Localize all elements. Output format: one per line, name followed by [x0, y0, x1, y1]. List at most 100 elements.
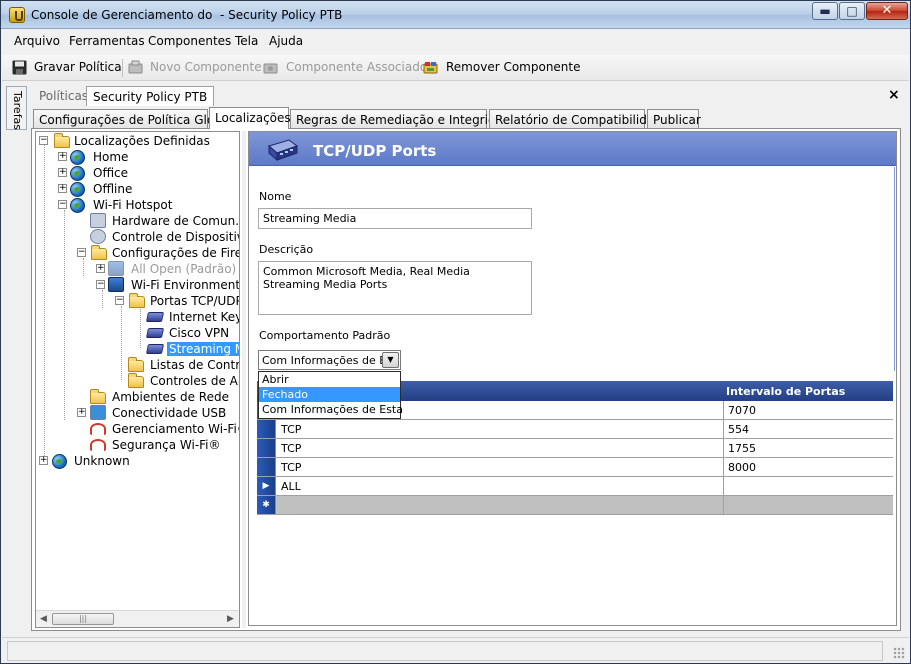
menu-tela[interactable]: Tela: [235, 34, 258, 48]
table-row[interactable]: TCP 8000: [257, 458, 893, 477]
folder-open-icon: [91, 245, 107, 260]
row-header[interactable]: [257, 458, 276, 476]
panel-header: TCP/UDP Ports: [249, 132, 896, 166]
folder-open-icon: [54, 133, 70, 148]
scroll-thumb[interactable]: |||: [52, 613, 114, 625]
doc-tab-policies[interactable]: Políticas: [33, 86, 94, 106]
tree-line: [140, 306, 141, 348]
tab-remediation[interactable]: Regras de Remediação e Integridade: [290, 109, 518, 129]
expand-icon[interactable]: +: [77, 408, 86, 417]
protocol-cell[interactable]: TCP: [281, 461, 301, 474]
maximize-button[interactable]: □: [839, 2, 865, 20]
folder-open-icon: [129, 293, 145, 308]
tab-compatibility[interactable]: Relatório de Compatibilidade: [489, 109, 669, 129]
tree-line: [64, 210, 65, 420]
panel-title: TCP/UDP Ports: [313, 142, 437, 160]
close-icon: ✕: [881, 3, 893, 18]
menu-bar: Arquivo Ferramentas Componentes Tela Aju…: [2, 30, 909, 52]
associated-component-button[interactable]: Componente Associado: [286, 60, 427, 74]
locations-tree[interactable]: − Localizações Definidas + Home + Office…: [35, 131, 240, 628]
new-component-button[interactable]: Novo Componente: [150, 60, 262, 74]
toolbar-separator: [122, 59, 123, 77]
description-label: Descrição: [259, 243, 314, 256]
table-row[interactable]: TCP 1755: [257, 439, 893, 458]
tree-label: Controle de Dispositivo: [112, 230, 240, 244]
remove-component-icon: [423, 62, 438, 74]
tree-label: Cisco VPN: [169, 326, 230, 340]
resize-grip-icon[interactable]: [893, 647, 905, 659]
menu-ajuda[interactable]: Ajuda: [269, 34, 303, 48]
locations-content: − Localizações Definidas + Home + Office…: [31, 128, 901, 631]
new-row-icon[interactable]: ✱: [257, 496, 276, 514]
protocol-cell[interactable]: TCP: [281, 423, 301, 436]
scroll-left-icon[interactable]: ◀: [40, 614, 47, 624]
tree-label: Ambientes de Rede: [112, 390, 229, 404]
tab-global-config[interactable]: Configurações de Política Global: [33, 109, 233, 129]
menu-arquivo[interactable]: Arquivo: [14, 34, 60, 48]
column-separator: [723, 496, 724, 514]
protocol-cell[interactable]: ALL: [281, 480, 301, 493]
ports-panel: TCP/UDP Ports Nome Streaming Media Descr…: [248, 131, 897, 626]
toolbar: Gravar Política Novo Componente Componen…: [2, 55, 909, 81]
row-header[interactable]: [257, 420, 276, 438]
port-device-icon: [267, 139, 299, 162]
save-policy-button[interactable]: Gravar Política: [34, 60, 122, 74]
port-device-icon: [145, 344, 165, 354]
row-header[interactable]: [257, 439, 276, 457]
ports-cell[interactable]: 554: [728, 423, 749, 436]
protocol-cell[interactable]: TCP: [281, 442, 301, 455]
main-window: Console de Gerenciamento do - Security P…: [0, 0, 911, 664]
tree-label: Controles de Apli: [150, 374, 239, 388]
close-document-icon[interactable]: ×: [888, 87, 900, 103]
expand-icon[interactable]: +: [58, 184, 67, 193]
app-lock-icon: [9, 7, 25, 23]
expand-icon[interactable]: +: [39, 456, 48, 465]
ports-cell[interactable]: 8000: [728, 461, 756, 474]
collapse-icon[interactable]: −: [96, 280, 105, 289]
folder-icon: [128, 373, 144, 388]
expand-icon[interactable]: +: [96, 264, 105, 273]
tree-label: Wi-Fi Hotspot: [93, 198, 173, 212]
option-com-informacoes[interactable]: Com Informações de Esta: [259, 402, 403, 417]
collapse-icon[interactable]: −: [115, 296, 124, 305]
expand-icon[interactable]: +: [58, 168, 67, 177]
chevron-down-icon[interactable]: ▼: [382, 352, 399, 368]
table-row[interactable]: TCP 554: [257, 420, 893, 439]
menu-ferramentas[interactable]: Ferramentas: [69, 34, 145, 48]
default-behavior-select[interactable]: Com Informações de E ▼: [258, 350, 401, 370]
location-globe-icon: [70, 182, 85, 197]
name-field[interactable]: Streaming Media: [258, 208, 532, 229]
tab-publish[interactable]: Publicar: [647, 109, 701, 129]
collapse-icon[interactable]: −: [77, 248, 86, 257]
title-bar[interactable]: Console de Gerenciamento do - Security P…: [1, 1, 910, 29]
remove-component-button[interactable]: Remover Componente: [446, 60, 581, 74]
minimize-button[interactable]: ▬: [812, 2, 838, 20]
column-header-port-range[interactable]: Intervalo de Portas: [726, 385, 845, 398]
tree-label: Office: [93, 166, 129, 180]
option-abrir[interactable]: Abrir: [259, 372, 400, 387]
wifi-lock-icon: [90, 439, 106, 451]
tab-locations[interactable]: Localizações: [209, 107, 291, 129]
doc-tab-security-policy[interactable]: Security Policy PTB: [86, 86, 215, 106]
close-window-button[interactable]: ✕: [866, 2, 908, 20]
tree-label: All Open (Padrão): [131, 262, 237, 276]
tree-horizontal-scrollbar[interactable]: ◀ ||| ▶: [36, 610, 239, 627]
collapse-icon[interactable]: −: [58, 200, 67, 209]
scroll-right-icon[interactable]: ▶: [227, 614, 234, 624]
status-panel: [7, 641, 883, 661]
column-separator: [723, 420, 724, 438]
device-control-icon: [90, 229, 106, 244]
option-fechado[interactable]: Fechado: [259, 387, 400, 402]
port-device-icon: [145, 312, 165, 322]
menu-componentes[interactable]: Componentes: [148, 34, 231, 48]
ports-cell[interactable]: 1755: [728, 442, 756, 455]
collapse-icon[interactable]: −: [39, 136, 48, 145]
current-row-icon[interactable]: ▶: [257, 477, 276, 495]
expand-icon[interactable]: +: [58, 152, 67, 161]
new-row[interactable]: ✱: [257, 496, 893, 515]
table-row[interactable]: ▶ ALL: [257, 477, 893, 496]
ports-cell[interactable]: 7070: [728, 404, 756, 417]
save-disk-icon: [12, 60, 27, 75]
description-field[interactable]: Common Microsoft Media, Real Media Strea…: [258, 261, 532, 315]
splitter[interactable]: [242, 131, 246, 628]
